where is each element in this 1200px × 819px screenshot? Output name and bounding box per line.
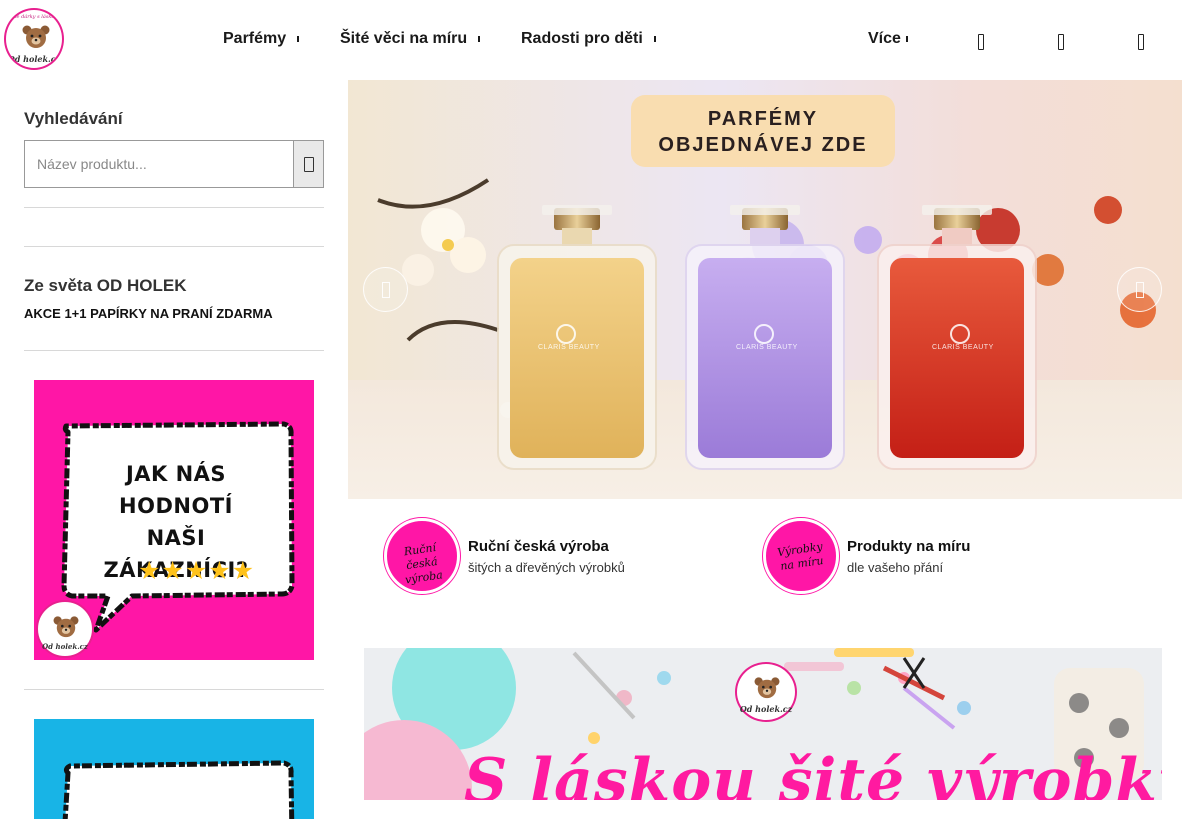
bottle-label: CLARIS BEAUTY (932, 344, 994, 351)
perfume-bottle-gold (497, 205, 657, 470)
promo-link[interactable]: AKCE 1+1 PAPÍRKY NA PRANÍ ZDARMA (24, 306, 273, 321)
hero-cta[interactable]: PARFÉMY OBJEDNÁVEJ ZDE (631, 95, 895, 167)
divider (24, 246, 324, 247)
nav-parfemy-label: Parfémy (223, 30, 287, 47)
nav-radosti[interactable]: Radosti pro děti (521, 30, 657, 48)
teddy-bear-icon (754, 677, 780, 699)
feature-title: Ruční česká výroba (468, 538, 609, 555)
chevron-down-icon (478, 35, 481, 42)
logo-text: Od holek.cz (7, 54, 61, 64)
nav-site-veci[interactable]: Šité věci na míru (340, 30, 481, 48)
cart-icon[interactable] (1138, 34, 1144, 50)
bottle-label: CLARIS BEAUTY (736, 344, 798, 351)
slider-next-button[interactable] (1117, 267, 1162, 312)
search-input[interactable] (25, 141, 293, 187)
user-icon[interactable] (978, 34, 984, 50)
perfume-bottle-red (877, 205, 1037, 470)
hero-slider[interactable]: CLARIS BEAUTY CLARIS BEAUTY CLARIS BEAUT… (348, 80, 1182, 499)
custom-badge: Výrobky na míru (763, 518, 839, 594)
chevron-down-icon (653, 35, 656, 42)
handmade-badge-text: Ruční česká výroba (403, 540, 444, 587)
site-logo[interactable]: šité dárky s láskou Od holek.cz (4, 8, 64, 70)
nav-radosti-label: Radosti pro děti (521, 30, 643, 47)
teddy-bear-icon (22, 25, 50, 48)
search-form (24, 140, 324, 188)
divider (24, 689, 324, 690)
feature-subtitle: šitých a dřevěných výrobků (468, 560, 625, 575)
custom-badge-text: Výrobky na míru (776, 539, 825, 573)
chevron-down-icon (905, 35, 908, 42)
feature-handmade: Ruční česká výroba Ruční česká výroba ši… (384, 518, 724, 594)
nav-vice-label: Více (868, 30, 901, 47)
hero-cta-line2: OBJEDNÁVEJ ZDE (658, 134, 868, 156)
reviews-heading-line1: JAK NÁS HODNOTÍ (119, 462, 233, 518)
bottle-label: CLARIS BEAUTY (538, 344, 600, 351)
logo-tagline: šité dárky s láskou (10, 14, 58, 20)
search-icon (304, 157, 314, 172)
second-banner[interactable] (34, 719, 314, 819)
search-title: Vyhledávání (24, 109, 123, 128)
feature-custom: Výrobky na míru Produkty na míru dle vaš… (763, 518, 1083, 594)
section-title: Ze světa OD HOLEK (24, 276, 187, 295)
feature-title: Produkty na míru (847, 538, 971, 555)
star-rating: ★★★★★ (138, 557, 256, 585)
craft-logo-text: Od holek.cz (739, 704, 793, 714)
nav-parfemy[interactable]: Parfémy (223, 30, 300, 48)
divider (24, 350, 324, 351)
craft-logo: Od holek.cz (735, 662, 797, 722)
divider (24, 207, 324, 208)
chevron-left-icon (382, 282, 390, 298)
nav-site-veci-label: Šité věci na míru (340, 30, 468, 47)
nav-vice[interactable]: Více (868, 30, 909, 48)
craft-headline: S láskou šité výrobky (464, 746, 1162, 800)
hero-cta-line1: PARFÉMY (707, 108, 819, 130)
speech-bubble (62, 760, 295, 819)
site-header: šité dárky s láskou Od holek.cz Parfémy … (0, 0, 1200, 80)
banner-logo: Od holek.cz (36, 600, 94, 658)
perfume-bottle-violet (685, 205, 845, 470)
slider-prev-button[interactable] (363, 267, 408, 312)
banner-logo-text: Od holek.cz (42, 642, 88, 651)
teddy-bear-icon (53, 616, 79, 638)
handmade-badge: Ruční česká výroba (384, 518, 460, 594)
craft-banner[interactable]: Od holek.cz S láskou šité výrobky (364, 648, 1162, 800)
search-button[interactable] (293, 141, 323, 187)
reviews-banner[interactable]: JAK NÁS HODNOTÍ NAŠI ZÁKAZNÍCI? ★★★★★ Od… (34, 380, 314, 660)
chevron-right-icon (1136, 282, 1144, 298)
heart-icon[interactable] (1058, 34, 1064, 50)
feature-subtitle: dle vašeho přání (847, 560, 944, 575)
chevron-down-icon (297, 35, 300, 42)
